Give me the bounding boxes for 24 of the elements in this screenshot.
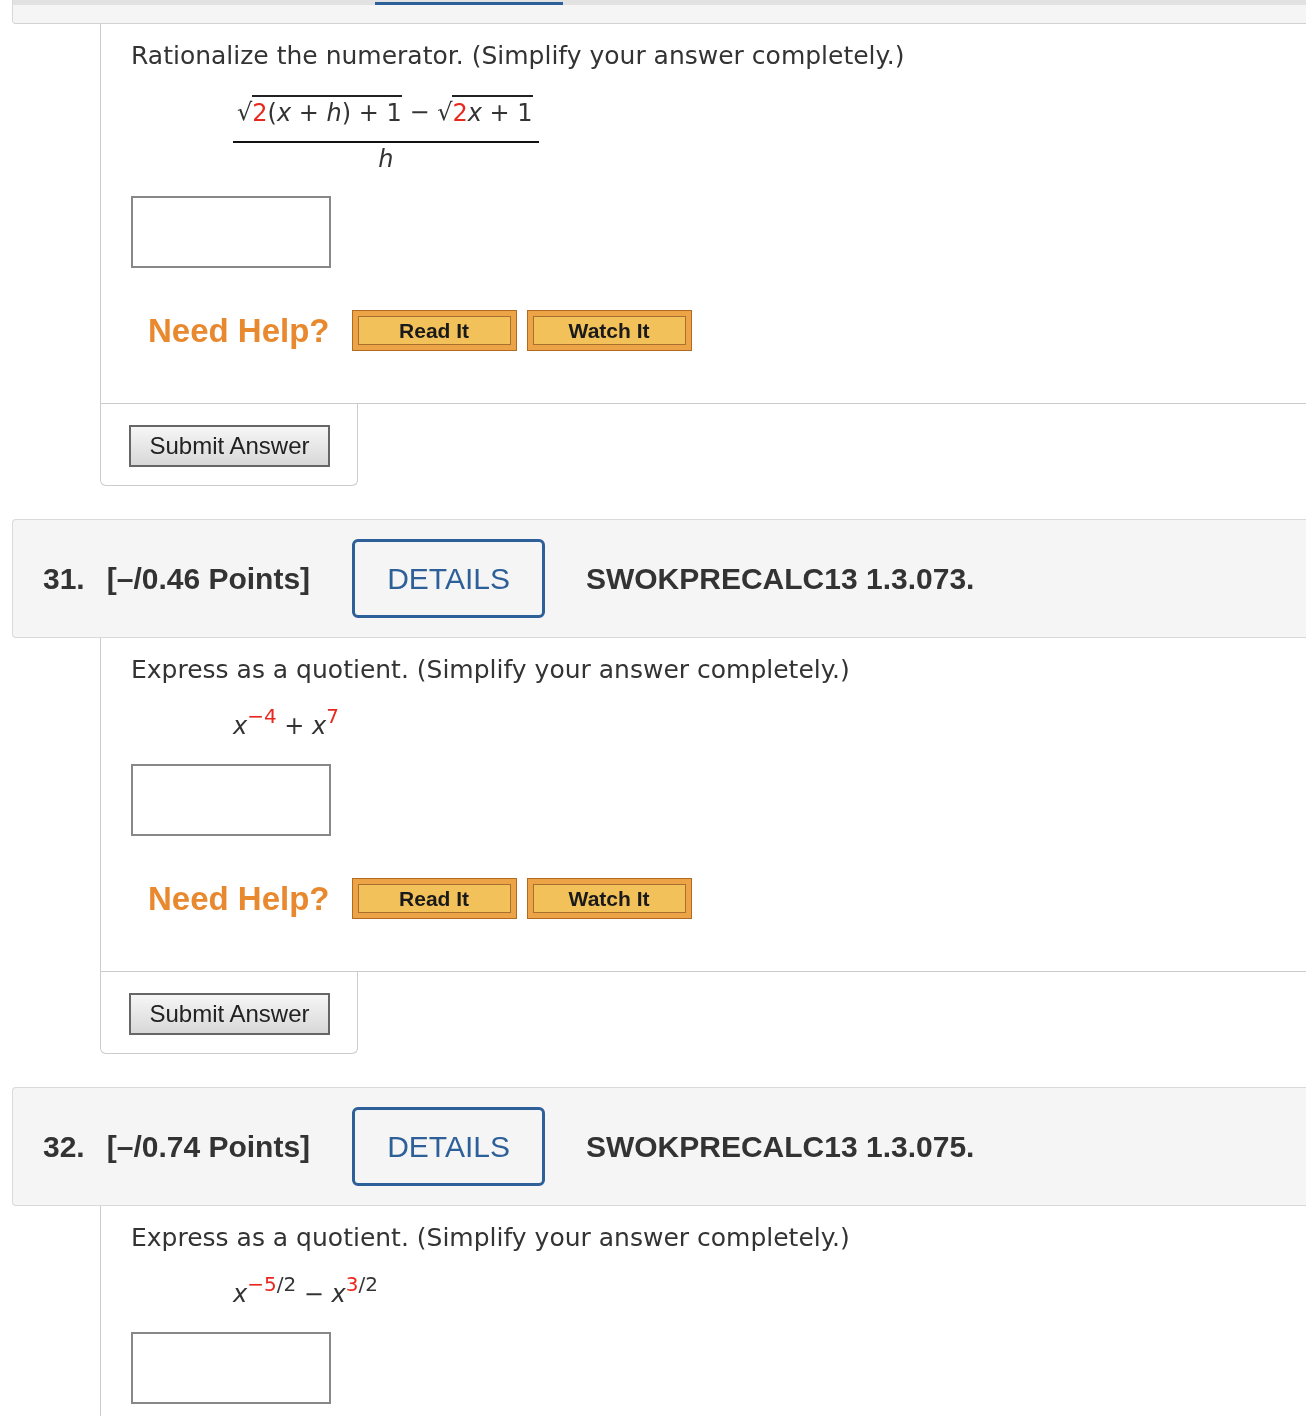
help-button[interactable]: Watch It xyxy=(526,878,692,919)
question-number: 31. xyxy=(43,561,85,596)
answer-field[interactable] xyxy=(131,1332,331,1404)
help-button[interactable]: Watch It xyxy=(526,310,692,351)
answer-field[interactable] xyxy=(131,764,331,836)
question-prompt: Express as a quotient. (Simplify your answer completely.) xyxy=(131,1223,851,1253)
question-prompt: Rationalize the numerator. (Simplify your answer completely.) xyxy=(131,41,906,71)
problem-code: SWOKPRECALC13 1.3.073. xyxy=(585,561,975,596)
details-button[interactable]: DETAILS xyxy=(352,539,545,618)
problem-code: SWOKPRECALC13 1.3.075. xyxy=(585,1129,975,1164)
help-button[interactable]: Read It xyxy=(351,310,517,351)
help-button[interactable]: Read It xyxy=(351,878,517,919)
submit-button[interactable]: Submit Answer xyxy=(129,425,330,467)
help-label: Need Help? xyxy=(148,311,330,350)
math-expression: √2(x + h) + 1 − √2x + 1 h xyxy=(233,95,539,175)
points-label: [–/0.46 Points] xyxy=(106,561,311,596)
help-label: Need Help? xyxy=(148,879,330,918)
math-expression: x$^{−4}$ + x$^{7}$ xyxy=(233,709,339,742)
answer-field[interactable] xyxy=(131,196,331,268)
submit-button[interactable]: Submit Answer xyxy=(129,993,330,1035)
question-number: 32. xyxy=(43,1129,85,1164)
points-label: [–/0.74 Points] xyxy=(106,1129,311,1164)
question-prompt: Express as a quotient. (Simplify your answer completely.) xyxy=(131,655,851,685)
details-button[interactable]: DETAILS xyxy=(352,1107,545,1186)
